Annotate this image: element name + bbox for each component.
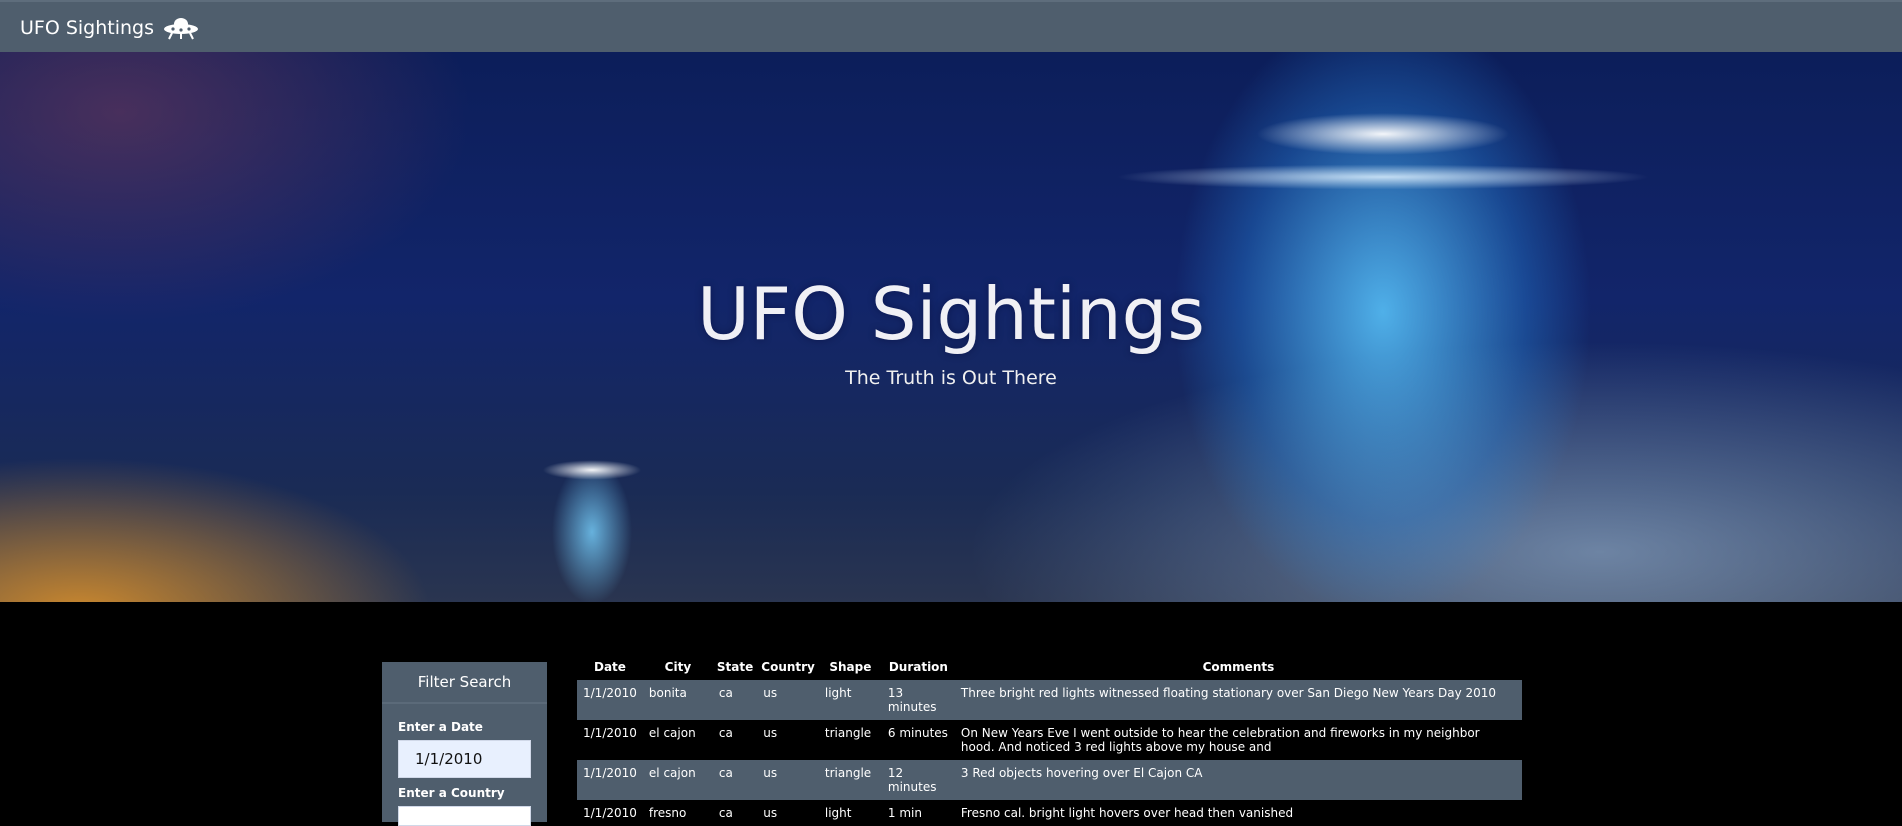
- country-input[interactable]: [398, 806, 531, 826]
- cell-shape: light: [824, 806, 852, 820]
- date-input[interactable]: [398, 740, 531, 778]
- cell-state: ca: [712, 760, 758, 800]
- cell-state: ca: [718, 806, 733, 820]
- cell-country: us: [757, 760, 819, 800]
- cell-comments: On New Years Eve I went outside to hear …: [960, 726, 1480, 754]
- sightings-table: Date City State Country Shape Duration C…: [577, 654, 1522, 826]
- cell-date: 1/1/2010: [583, 726, 637, 740]
- cell-comments: Three bright red lights witnessed floati…: [954, 680, 1522, 720]
- cell-state: ca: [712, 680, 758, 720]
- table-row: 1/1/2010 bonita ca us light 13 minutes T…: [577, 680, 1522, 720]
- table-row: 1/1/2010 el cajon ca us triangle 6 minut…: [577, 720, 1522, 760]
- header-state: State: [716, 660, 754, 674]
- cell-shape: light: [818, 680, 882, 720]
- cell-date: 1/1/2010: [583, 806, 637, 820]
- header-date: Date: [593, 660, 626, 674]
- date-label: Enter a Date: [398, 720, 483, 734]
- table-header-row: Date City State Country Shape Duration C…: [577, 654, 1522, 680]
- header-duration: Duration: [888, 660, 948, 674]
- cell-country: us: [763, 806, 778, 820]
- hero-subtitle: The Truth is Out There: [845, 367, 1057, 389]
- ufo-icon: [164, 18, 199, 40]
- cell-date: 1/1/2010: [577, 680, 643, 720]
- header-comments: Comments: [1202, 660, 1275, 674]
- cell-duration: 6 minutes: [887, 726, 948, 740]
- cell-country: us: [763, 726, 778, 740]
- cell-comments: 3 Red objects hovering over El Cajon CA: [954, 760, 1522, 800]
- brand-text: UFO Sightings: [20, 17, 155, 39]
- filter-panel: Filter Search Enter a Date Enter a Count…: [382, 662, 547, 826]
- table-row: 1/1/2010 el cajon ca us triangle 12 minu…: [577, 760, 1522, 800]
- cell-shape: triangle: [824, 726, 872, 740]
- cell-duration: 13 minutes: [881, 680, 955, 720]
- cell-city: el cajon: [642, 760, 713, 800]
- hero-banner: UFO Sightings The Truth is Out There: [0, 52, 1902, 602]
- cell-duration: 12 minutes: [881, 760, 955, 800]
- filter-heading: Filter Search: [382, 662, 547, 704]
- header-city: City: [664, 660, 692, 674]
- navbar: UFO Sightings: [0, 0, 1902, 52]
- brand-link[interactable]: UFO Sightings: [20, 15, 200, 41]
- cell-country: us: [757, 680, 819, 720]
- cell-state: ca: [718, 726, 733, 740]
- header-shape: Shape: [829, 660, 872, 674]
- cell-shape: triangle: [818, 760, 882, 800]
- cell-city: fresno: [648, 806, 687, 820]
- country-label: Enter a Country: [398, 786, 505, 800]
- cell-city: el cajon: [648, 726, 696, 740]
- table-row: 1/1/2010 fresno ca us light 1 min Fresno…: [577, 800, 1522, 826]
- header-country: Country: [761, 660, 815, 674]
- content-area: Filter Search Enter a Date Enter a Count…: [0, 602, 1902, 826]
- cell-city: bonita: [642, 680, 713, 720]
- cell-comments: Fresno cal. bright light hovers over hea…: [960, 806, 1294, 820]
- cell-date: 1/1/2010: [577, 760, 643, 800]
- cell-duration: 1 min: [887, 806, 922, 820]
- hero-title: UFO Sightings: [697, 272, 1205, 356]
